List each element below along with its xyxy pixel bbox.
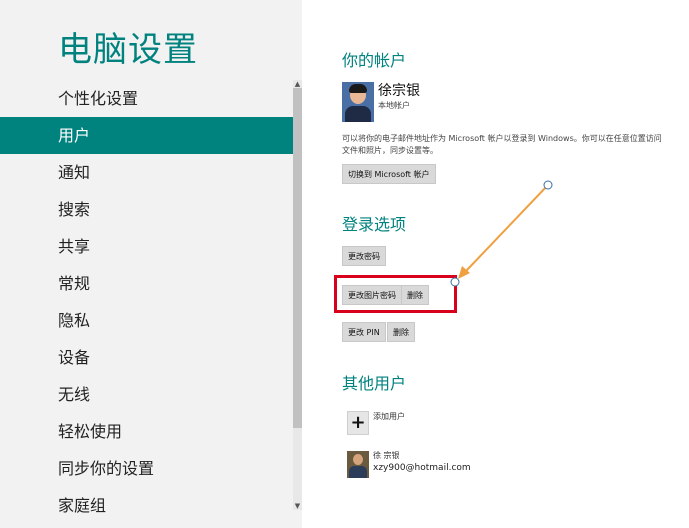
add-user-label[interactable]: 添加用户 [373,411,405,422]
settings-sidebar: 电脑设置 个性化设置 用户 通知 搜索 共享 常规 隐私 设备 无线 轻松使用 … [0,0,302,528]
change-password-button[interactable]: 更改密码 [342,246,386,266]
sidebar-item-devices[interactable]: 设备 [0,339,293,376]
other-users-heading: 其他用户 [342,374,407,393]
other-user-name[interactable]: 徐 宗银 [373,450,400,461]
sidebar-item-sync-settings[interactable]: 同步你的设置 [0,450,293,487]
page-title: 电脑设置 [58,30,198,70]
account-description: 可以将你的电子邮件地址作为 Microsoft 帐户以登录到 Windows。你… [342,134,662,155]
account-type: 本地帐户 [378,101,410,110]
change-pin-button[interactable]: 更改 PIN [342,322,386,342]
delete-pin-button[interactable]: 删除 [387,322,415,342]
sidebar-item-privacy[interactable]: 隐私 [0,302,293,339]
other-user-email: xzy900@hotmail.com [373,463,471,473]
your-account-heading: 你的帐户 [342,51,407,70]
sidebar-item-wireless[interactable]: 无线 [0,376,293,413]
sidebar-nav: 个性化设置 用户 通知 搜索 共享 常规 隐私 设备 无线 轻松使用 同步你的设… [0,80,293,524]
other-user-avatar[interactable] [347,451,369,478]
scroll-up-icon[interactable]: ▲ [293,80,302,88]
signin-options-heading: 登录选项 [342,215,407,234]
scroll-down-icon[interactable]: ▼ [293,502,302,510]
user-avatar [342,82,374,122]
users-content: 你的帐户 徐宗银 本地帐户 可以将你的电子邮件地址作为 Microsoft 帐户… [302,0,689,528]
sidebar-item-general[interactable]: 常规 [0,265,293,302]
switch-to-microsoft-account-button[interactable]: 切换到 Microsoft 帐户 [342,164,436,184]
sidebar-item-notifications[interactable]: 通知 [0,154,293,191]
sidebar-scrollbar[interactable]: ▲ ▼ [293,80,302,510]
sidebar-item-share[interactable]: 共享 [0,228,293,265]
user-name: 徐宗银 [378,83,420,99]
sidebar-item-ease-of-access[interactable]: 轻松使用 [0,413,293,450]
plus-icon[interactable]: + [347,411,369,435]
scroll-thumb[interactable] [293,88,302,428]
sidebar-item-search[interactable]: 搜索 [0,191,293,228]
sidebar-item-users[interactable]: 用户 [0,117,293,154]
highlight-box [334,275,457,313]
sidebar-item-personalize[interactable]: 个性化设置 [0,80,293,117]
sidebar-item-homegroup[interactable]: 家庭组 [0,487,293,524]
